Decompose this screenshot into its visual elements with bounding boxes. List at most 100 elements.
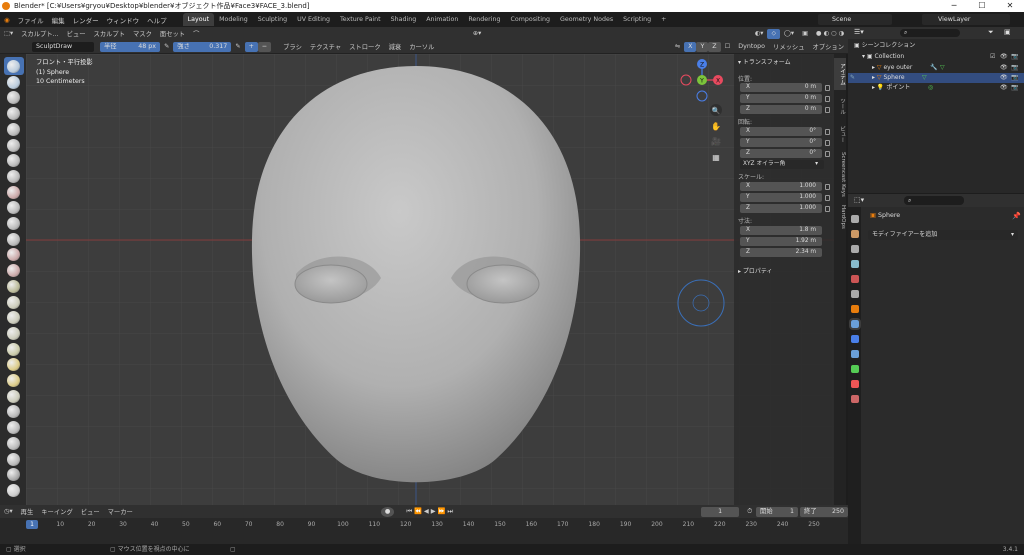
symmetry-x-button[interactable]: X xyxy=(684,41,697,52)
symmetry-z-button[interactable]: Z xyxy=(708,41,721,52)
view-layer-selector[interactable]: ViewLayer xyxy=(922,14,1010,25)
frame-start-field[interactable]: 開始 1 xyxy=(756,506,799,517)
clay-thumb-brush-icon[interactable] xyxy=(7,122,20,136)
menu-edit[interactable]: 編集 xyxy=(48,15,69,25)
pressure-radius-icon[interactable]: ✎ xyxy=(160,43,173,50)
outliner-item-sphere[interactable]: ▸ ▽ Sphere ✎ ▽ 👁 📷 xyxy=(848,73,1024,83)
outliner-scene-collection[interactable]: ▣ シーンコレクション xyxy=(848,41,1024,51)
menu-texture[interactable]: テクスチャ xyxy=(306,42,345,51)
minimize-button[interactable]: ─ xyxy=(940,0,968,12)
dimensions-y-field[interactable]: Y 1.92 m xyxy=(740,237,822,246)
menu-keying[interactable]: キーイング xyxy=(37,507,76,516)
tab-animation[interactable]: Animation xyxy=(421,13,463,26)
outliner-search-input[interactable]: ⌕ xyxy=(900,29,960,37)
menu-sculpt[interactable]: スカルプト xyxy=(90,29,129,38)
dimensions-x-field[interactable]: X 1.8 m xyxy=(740,226,822,235)
mode-selector[interactable]: スカルプト... xyxy=(17,29,63,38)
tab-screencast-keys[interactable]: Screencast Keys xyxy=(834,150,846,198)
show-gizmo-button[interactable]: ⬦ xyxy=(767,28,780,39)
overlay-icon[interactable]: ◯▾ xyxy=(780,30,798,37)
output-tab-icon[interactable] xyxy=(851,245,859,253)
outliner-collection[interactable]: ▾ ▣ Collection ☑ 👁 📷 xyxy=(848,52,1024,62)
grab-brush-icon[interactable] xyxy=(7,295,20,309)
current-frame-field[interactable]: 1 xyxy=(701,506,740,517)
menu-playback[interactable]: 再生 xyxy=(17,507,38,516)
menu-stroke[interactable]: ストローク xyxy=(345,42,384,51)
properties-panel-header[interactable]: ▸ プロパティ xyxy=(738,266,773,275)
tab-texture-paint[interactable]: Texture Paint xyxy=(335,13,386,26)
outliner-item-light[interactable]: ▸ 💡 ポイント ◎ 👁 📷 xyxy=(848,83,1024,93)
simplify-brush-icon[interactable] xyxy=(7,452,20,466)
inflate-brush-icon[interactable] xyxy=(7,154,20,168)
light-visibility-icon[interactable]: 👁 xyxy=(1000,83,1008,93)
3d-viewport[interactable]: X Y Z 🔍 ✋ 🎥 ▦ フロント・平行投影 (1) Sphere 10 Ce… xyxy=(26,54,834,505)
lock-icon[interactable] xyxy=(825,85,830,91)
world-tab-icon[interactable] xyxy=(851,290,859,298)
remesh-menu[interactable]: リメッシュ xyxy=(769,42,808,51)
tab-compositing[interactable]: Compositing xyxy=(506,13,555,26)
menu-view[interactable]: ビュー xyxy=(63,29,90,38)
tab-sculpting[interactable]: Sculpting xyxy=(253,13,292,26)
auto-keying-button[interactable]: ● xyxy=(380,506,395,517)
collection-camera-icon[interactable]: 📷 xyxy=(1011,52,1018,62)
lock-icon[interactable] xyxy=(825,107,830,113)
filter-icon[interactable]: ⏷ xyxy=(988,28,994,37)
shading-modes-icon[interactable]: ● ◐ ○ ◑ xyxy=(812,30,848,37)
pan-hand-icon[interactable]: ✋ xyxy=(711,121,721,131)
eye-outer-visibility-icon[interactable]: 👁 xyxy=(1000,63,1008,73)
location-z-field[interactable]: Z 0 m xyxy=(740,105,822,114)
radius-field[interactable]: 半径 48 px xyxy=(100,41,160,52)
elastic-deform-brush-icon[interactable] xyxy=(7,311,20,325)
lock-icon[interactable] xyxy=(825,96,830,102)
clay-brush-icon[interactable] xyxy=(7,91,20,105)
flatten-brush-icon[interactable] xyxy=(7,217,20,230)
draw-sharp-brush-icon[interactable] xyxy=(7,75,20,89)
tab-shading[interactable]: Shading xyxy=(386,13,422,26)
snake-hook-brush-icon[interactable] xyxy=(7,326,20,340)
collection-visibility-icon[interactable]: 👁 xyxy=(1000,52,1008,62)
draw-face-sets-brush-icon[interactable] xyxy=(7,483,20,497)
pin-icon[interactable]: 📌 xyxy=(1012,212,1021,220)
render-tab-icon[interactable] xyxy=(851,230,859,238)
blender-menu-icon[interactable]: ◉ xyxy=(0,16,14,24)
eye-outer-camera-icon[interactable]: 📷 xyxy=(1011,63,1018,73)
brush-selector[interactable]: SculptDraw xyxy=(32,41,94,52)
frame-end-field[interactable]: 終了 250 xyxy=(800,506,849,517)
strength-field[interactable]: 強さ 0.317 xyxy=(173,41,232,52)
transform-panel-header[interactable]: ▾ トランスフォーム xyxy=(738,57,791,66)
dimensions-z-field[interactable]: Z 2.34 m xyxy=(740,248,822,257)
scale-x-field[interactable]: X 1.000 xyxy=(740,182,822,191)
tab-tool[interactable]: ツール xyxy=(834,94,846,118)
dyntopo-checkbox[interactable]: ☐ xyxy=(721,43,735,50)
modifier-tab-icon[interactable] xyxy=(849,318,861,330)
lock-icon[interactable] xyxy=(825,151,830,157)
lock-icon[interactable] xyxy=(825,129,830,135)
smooth-brush-icon[interactable] xyxy=(7,201,20,215)
rotation-x-field[interactable]: X 0° xyxy=(740,127,822,136)
close-button[interactable]: ✕ xyxy=(996,0,1024,12)
rotation-z-field[interactable]: Z 0° xyxy=(740,149,822,158)
menu-help[interactable]: ヘルプ xyxy=(143,15,171,25)
scale-y-field[interactable]: Y 1.000 xyxy=(740,193,822,202)
cloth-brush-icon[interactable] xyxy=(7,436,20,450)
tab-item[interactable]: アイテム xyxy=(834,58,846,90)
dyntopo-label[interactable]: Dyntopo xyxy=(734,43,769,50)
menu-face-sets[interactable]: 面セット xyxy=(156,29,189,38)
tab-rendering[interactable]: Rendering xyxy=(463,13,505,26)
lock-icon[interactable] xyxy=(825,195,830,201)
thumb-brush-icon[interactable] xyxy=(7,342,20,356)
maximize-button[interactable]: ☐ xyxy=(968,0,996,12)
data-tab-icon[interactable] xyxy=(851,380,859,388)
tab-hardops[interactable]: HardOps xyxy=(834,202,846,232)
lock-icon[interactable] xyxy=(825,140,830,146)
scrape-brush-icon[interactable] xyxy=(7,248,20,262)
slide-relax-brush-icon[interactable] xyxy=(7,405,20,419)
draw-brush-icon[interactable] xyxy=(7,60,20,73)
add-workspace-icon[interactable]: + xyxy=(656,13,671,26)
multiplane-scrape-brush-icon[interactable] xyxy=(7,264,20,278)
symmetry-icon[interactable]: ⇋ xyxy=(671,43,684,50)
layer-brush-icon[interactable] xyxy=(7,138,20,152)
pose-brush-icon[interactable] xyxy=(7,358,20,372)
menu-brush[interactable]: ブラシ xyxy=(279,42,306,51)
object-tab-icon[interactable] xyxy=(851,305,859,313)
